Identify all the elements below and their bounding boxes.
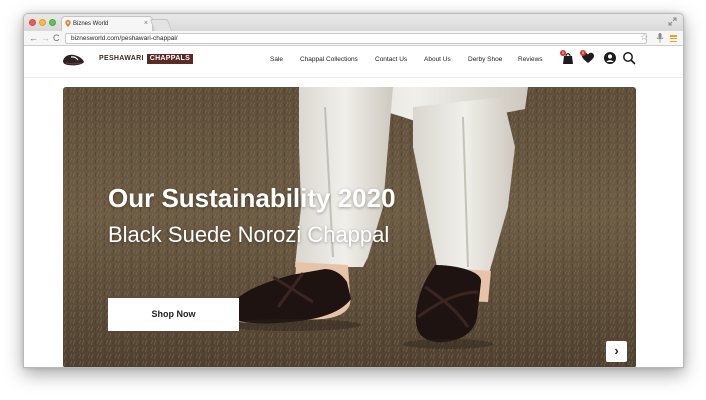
browser-menu-icon[interactable] bbox=[670, 35, 677, 43]
nav-sale[interactable]: Sale bbox=[270, 55, 283, 64]
forward-arrow-icon[interactable]: → bbox=[41, 32, 50, 44]
wishlist-count-badge: 0 bbox=[580, 50, 586, 56]
search-icon[interactable] bbox=[622, 51, 636, 65]
tab-strip: Biznes World × bbox=[24, 14, 683, 31]
fullscreen-icon[interactable] bbox=[668, 17, 677, 26]
shop-now-button[interactable]: Shop Now bbox=[108, 298, 239, 331]
brand-logo[interactable]: PESHAWARI CHAPPALS bbox=[99, 54, 194, 64]
nav-derby-shoe[interactable]: Derby Shoe bbox=[468, 55, 502, 64]
site-header: PESHAWARI CHAPPALS Sale Chappal Collecti… bbox=[24, 47, 683, 78]
browser-toolbar: ← → C biznesworld.com/peshawari-chappal/… bbox=[24, 31, 683, 46]
website: PESHAWARI CHAPPALS Sale Chappal Collecti… bbox=[24, 47, 683, 367]
nav-about-us[interactable]: About Us bbox=[424, 55, 451, 64]
nav-chappal-collections[interactable]: Chappal Collections bbox=[300, 55, 358, 64]
cart-count-badge: 0 bbox=[560, 50, 566, 56]
logo-text-peshawari: PESHAWARI bbox=[99, 55, 144, 62]
window-close-button[interactable] bbox=[29, 19, 36, 26]
bookmark-star-icon[interactable]: ☆ bbox=[640, 31, 648, 43]
tab-close-icon[interactable]: × bbox=[144, 17, 148, 31]
hero-subtitle: Black Suede Norozi Chappal bbox=[108, 222, 390, 247]
hero-banner: Our Sustainability 2020 Black Suede Noro… bbox=[63, 87, 636, 367]
new-tab-button[interactable] bbox=[149, 19, 173, 31]
microphone-icon[interactable] bbox=[656, 33, 664, 43]
chappal-logo-icon[interactable] bbox=[62, 52, 85, 67]
chevron-right-icon[interactable]: › bbox=[606, 341, 627, 362]
browser-tab[interactable]: Biznes World × bbox=[61, 16, 153, 31]
address-bar[interactable]: biznesworld.com/peshawari-chappal/ bbox=[65, 33, 647, 44]
window-maximize-button[interactable] bbox=[49, 19, 56, 26]
reload-icon[interactable]: C bbox=[53, 32, 60, 44]
tab-title: Biznes World bbox=[73, 21, 109, 27]
nav-contact-us[interactable]: Contact Us bbox=[375, 55, 407, 64]
bag-icon[interactable]: 0 bbox=[560, 50, 575, 65]
browser-window: Biznes World × ← → C biznesworld.com/pes… bbox=[23, 13, 684, 368]
heart-icon[interactable]: 0 bbox=[580, 50, 595, 65]
logo-text-chappals: CHAPPALS bbox=[146, 54, 194, 64]
account-icon[interactable] bbox=[603, 51, 617, 65]
nav-reviews[interactable]: Reviews bbox=[518, 55, 543, 64]
hero-title: Our Sustainability 2020 bbox=[108, 183, 396, 213]
window-minimize-button[interactable] bbox=[39, 19, 46, 26]
back-arrow-icon[interactable]: ← bbox=[29, 32, 38, 44]
location-pin-icon bbox=[65, 20, 71, 27]
